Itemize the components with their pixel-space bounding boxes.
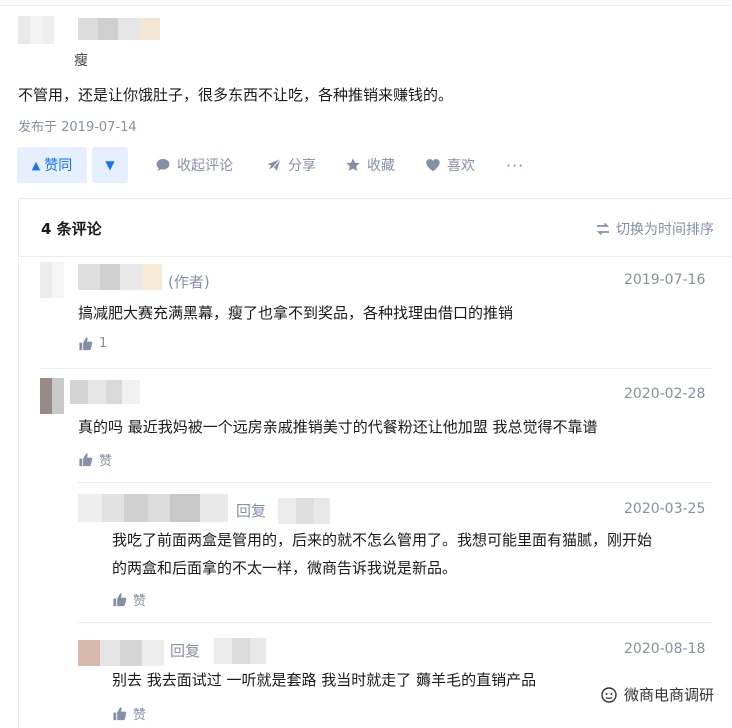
comments-count: 4 条评论 [41,220,102,238]
share-label: 分享 [288,158,316,174]
comment-bubble-icon [155,157,171,173]
author-name-blurred[interactable] [78,18,160,40]
comment-4-like-button[interactable]: 赞 [112,704,146,723]
comments-header: 4 条评论 切换为时间排序 [19,199,732,257]
comment-3-reply-label: 回复 [236,502,267,520]
comment-2-date: 2020-02-28 [624,386,706,402]
comment-3-text-line2: 的两盒和后面拿的不太一样，微商告诉我说是新品。 [112,559,458,577]
favorite-label: 收藏 [367,158,395,174]
triangle-down-icon: ▼ [105,158,115,172]
like-label: 喜欢 [447,158,475,174]
comment-3-date: 2020-03-25 [624,501,706,517]
sort-toggle-button[interactable]: 切换为时间排序 [595,219,714,239]
comment-2-text: 真的吗 最近我妈被一个远房亲戚推销美寸的代餐粉还让他加盟 我总觉得不靠谱 [78,418,598,436]
comment-3-like-label: 赞 [133,594,147,609]
collapse-comments-button[interactable]: 收起评论 [155,147,233,183]
comment-4-text: 别去 我去面试过 一听就是套路 我当时就走了 薅羊毛的直销产品 [112,671,537,689]
comment-1-date: 2019-07-16 [624,272,706,288]
comment-1-avatar[interactable] [40,262,64,298]
comment-2-like-label: 赞 [99,454,113,469]
author-avatar[interactable] [18,16,54,44]
comment-divider [78,622,712,623]
share-button[interactable]: 分享 [266,147,316,183]
more-dots-icon: ··· [506,155,525,175]
comment-1-like-count: 1 [99,336,108,351]
favorite-button[interactable]: 收藏 [345,147,395,183]
thumbs-up-icon [112,706,127,721]
comment-1-author-blurred[interactable] [78,264,162,290]
answer-content: 不管用，还是让你饿肚子，很多东西不让吃，各种推销来赚钱的。 [18,86,454,104]
thumbs-up-icon [78,452,93,467]
star-icon [345,157,361,173]
thumbs-up-icon [112,592,127,607]
watermark-text: 微商电商调研 [623,686,714,704]
share-plane-icon [266,157,282,173]
comment-3-author-blurred[interactable] [78,494,228,522]
comment-4-reply-label: 回复 [170,642,201,660]
like-button[interactable]: 喜欢 [425,147,475,183]
comment-3-reply-target-blurred[interactable] [278,498,330,524]
upvote-button[interactable]: ▲ 赞同 [17,147,87,183]
switch-arrows-icon [595,222,611,236]
comment-2-author-blurred[interactable] [70,380,140,404]
thumbs-up-icon [78,336,93,351]
answer-action-bar: ▲ 赞同 ▼ 收起评论 分享 收藏 喜欢 ··· [17,147,717,183]
downvote-button[interactable]: ▼ [92,147,128,183]
publish-date[interactable]: 发布于 2019-07-14 [18,116,137,135]
heart-icon [425,157,441,173]
triangle-up-icon: ▲ [31,158,41,172]
comment-1-text: 搞减肥大赛充满黑幕，瘦了也拿不到奖品，各种找理由借口的推销 [78,304,514,322]
wechat-official-account-icon [600,686,618,704]
more-options-button[interactable]: ··· [506,147,524,183]
top-divider [0,5,732,6]
comment-2-like-button[interactable]: 赞 [78,450,112,469]
comment-4-author-blurred[interactable] [78,640,164,666]
author-headline: 瘦 [74,53,88,69]
comment-3-text-line1: 我吃了前面两盒是管用的，后来的就不怎么管用了。我想可能里面有猫腻，刚开始 [112,531,653,549]
comment-4-date: 2020-08-18 [624,641,706,657]
comment-4-like-label: 赞 [133,708,147,723]
comment-divider [40,368,712,369]
comment-divider [78,482,712,483]
comment-2-avatar[interactable] [40,378,64,414]
comment-4-reply-target-blurred[interactable] [214,638,266,664]
comment-1-author-badge: (作者) [168,273,210,291]
upvote-label: 赞同 [44,158,73,174]
comment-1-like-button[interactable]: 1 [78,336,107,351]
collapse-comments-label: 收起评论 [177,158,233,174]
watermark: 微商电商调研 [600,684,714,705]
comment-3-like-button[interactable]: 赞 [112,590,146,609]
sort-toggle-label: 切换为时间排序 [616,222,714,238]
